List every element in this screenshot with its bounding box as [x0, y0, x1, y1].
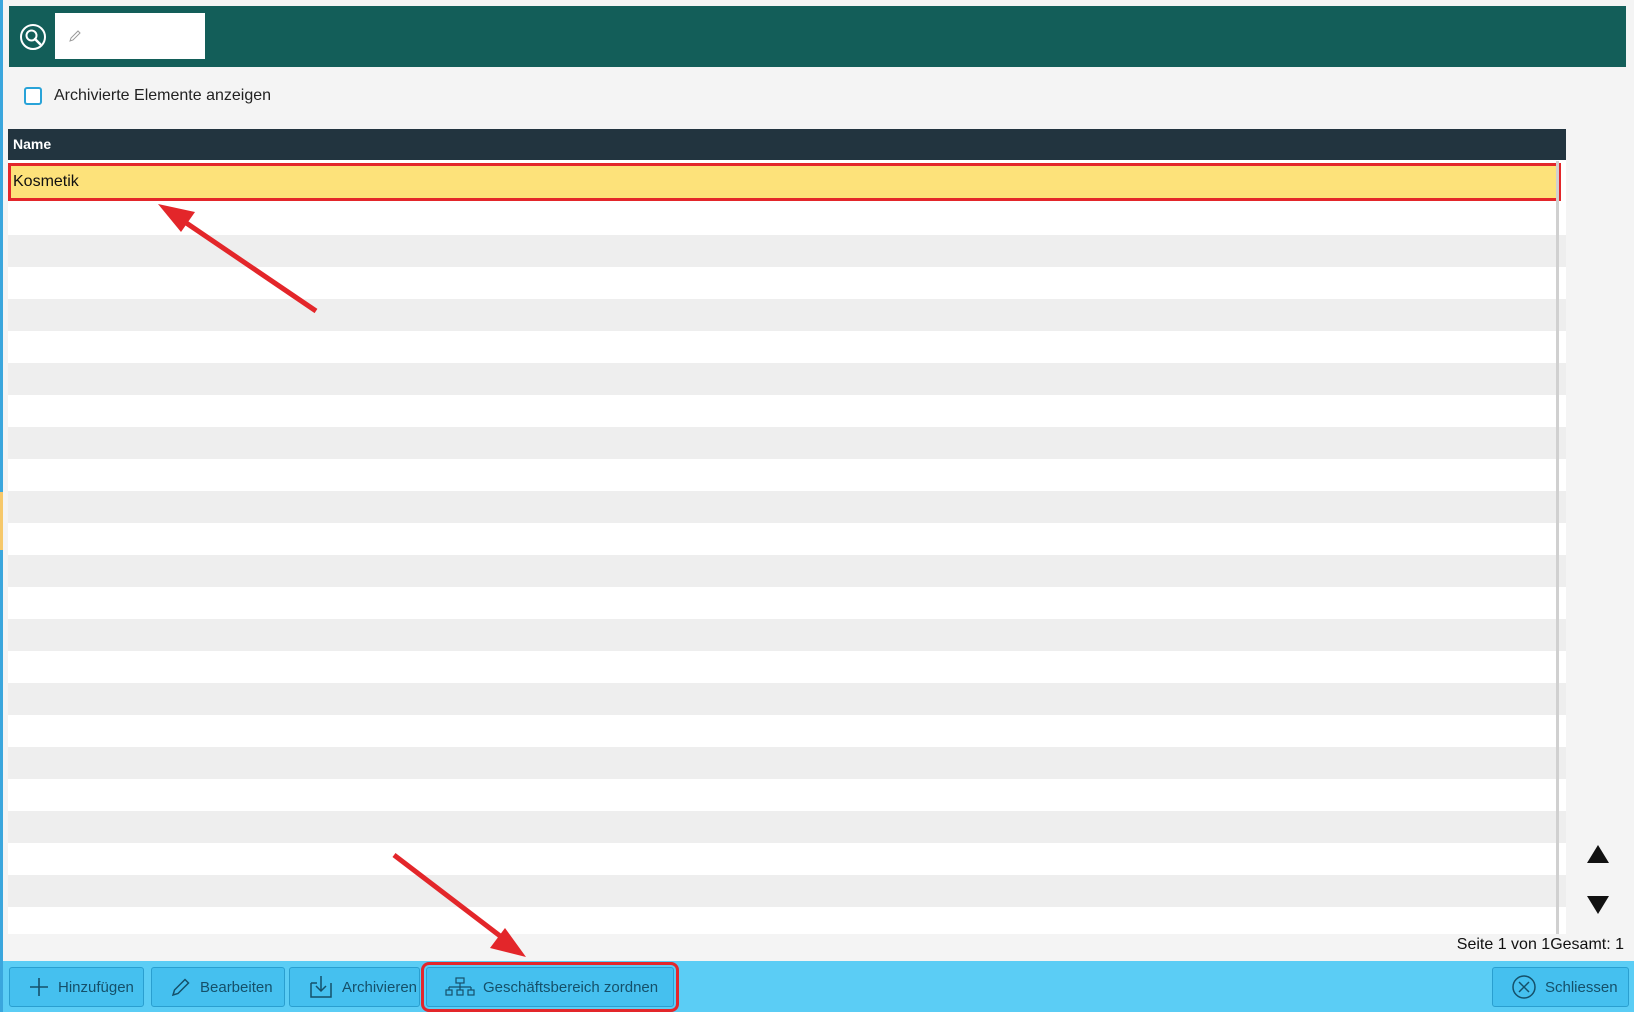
empty-row	[8, 267, 1566, 299]
empty-row	[8, 427, 1566, 459]
assign-business-unit-button[interactable]: Geschäftsbereich zordnen	[421, 962, 679, 1012]
archive-download-icon	[310, 976, 332, 998]
assign-business-unit-label: Geschäftsbereich zordnen	[483, 978, 659, 996]
show-archived-checkbox[interactable]	[24, 87, 42, 105]
empty-row	[8, 331, 1566, 363]
action-toolbar: Hinzufügen Bearbeiten Archivieren Geschä…	[3, 961, 1634, 1012]
empty-row	[8, 683, 1566, 715]
table-row[interactable]: Kosmetik	[8, 163, 1561, 201]
empty-row	[8, 491, 1566, 523]
window-edge-marker	[0, 492, 3, 550]
data-grid: Name Kosmetik	[8, 129, 1566, 934]
plus-icon	[30, 978, 48, 996]
empty-row	[8, 203, 1566, 235]
scroll-down-icon[interactable]	[1587, 896, 1609, 914]
close-button-label: Schliessen	[1545, 978, 1618, 996]
close-circle-icon	[1512, 975, 1536, 999]
hierarchy-icon	[445, 977, 475, 996]
empty-row	[8, 299, 1566, 331]
empty-row	[8, 363, 1566, 395]
empty-row	[8, 459, 1566, 491]
pager-status: Seite 1 von 1Gesamt: 1	[1456, 936, 1624, 953]
empty-row	[8, 875, 1566, 907]
empty-row	[8, 523, 1566, 555]
show-archived-label: Archivierte Elemente anzeigen	[54, 87, 272, 104]
empty-row	[8, 907, 1566, 934]
empty-row	[8, 811, 1566, 843]
empty-row	[8, 555, 1566, 587]
grid-right-border	[1556, 161, 1559, 934]
empty-row	[8, 779, 1566, 811]
scroll-up-icon[interactable]	[1587, 845, 1609, 863]
empty-row	[8, 395, 1566, 427]
archive-button[interactable]: Archivieren	[289, 967, 420, 1007]
empty-row	[8, 843, 1566, 875]
close-button[interactable]: Schliessen	[1492, 967, 1629, 1007]
pencil-icon	[171, 978, 190, 997]
search-icon[interactable]	[19, 23, 47, 51]
empty-row	[8, 235, 1566, 267]
show-archived-toggle[interactable]: Archivierte Elemente anzeigen	[24, 86, 271, 106]
edit-button-label: Bearbeiten	[200, 978, 273, 996]
empty-row	[8, 651, 1566, 683]
grid-body: Kosmetik	[8, 163, 1566, 934]
empty-row	[8, 619, 1566, 651]
empty-row	[8, 747, 1566, 779]
empty-row	[8, 587, 1566, 619]
search-bar	[9, 6, 1626, 67]
archive-button-label: Archivieren	[342, 978, 418, 996]
add-button[interactable]: Hinzufügen	[9, 967, 144, 1007]
edit-button[interactable]: Bearbeiten	[151, 967, 285, 1007]
search-input[interactable]	[55, 13, 205, 59]
column-header-name[interactable]: Name	[8, 129, 1566, 160]
add-button-label: Hinzufügen	[58, 978, 134, 996]
empty-row	[8, 715, 1566, 747]
